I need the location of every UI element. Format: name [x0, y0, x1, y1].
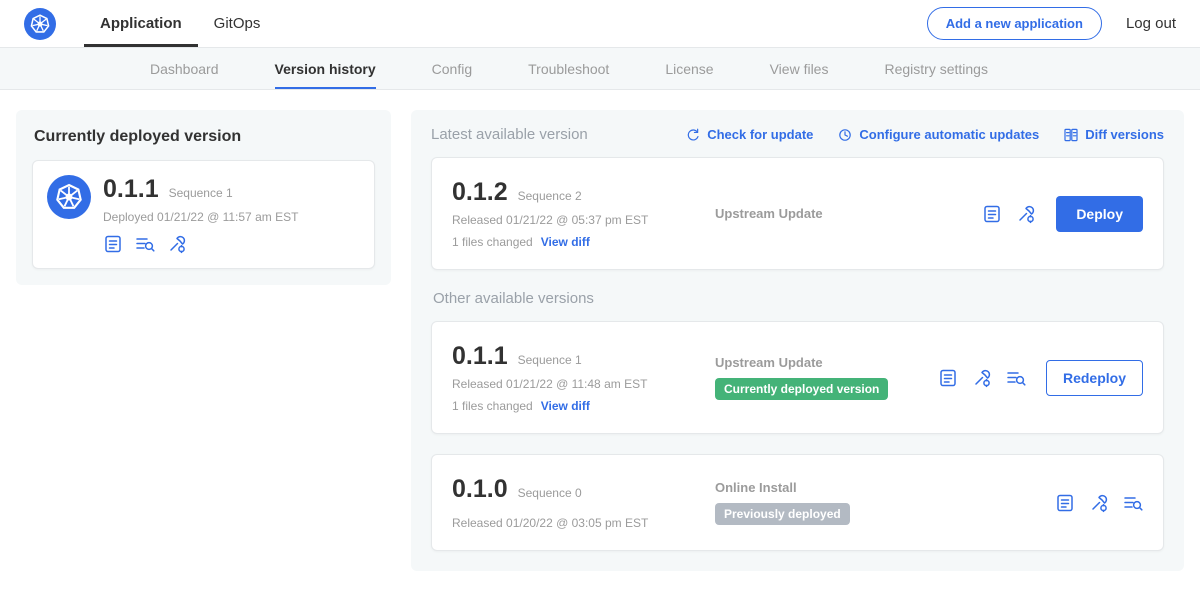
deployed-version-number: 0.1.1 — [103, 175, 159, 204]
currently-deployed-badge: Currently deployed version — [715, 378, 888, 400]
subnav-troubleshoot[interactable]: Troubleshoot — [528, 50, 609, 89]
main-content: Currently deployed version 0.1.1 — [0, 90, 1200, 591]
release-actions: Deploy — [970, 196, 1143, 232]
edit-config-icon[interactable] — [972, 368, 992, 388]
diff-versions-link[interactable]: Diff versions — [1063, 127, 1164, 143]
deploy-logs-icon[interactable] — [1006, 368, 1026, 388]
release-actions — [1043, 493, 1143, 513]
files-changed-text: 1 files changed — [452, 235, 533, 249]
version-history-panel: Latest available version Check for updat… — [411, 110, 1184, 571]
subnav-dashboard[interactable]: Dashboard — [150, 50, 219, 89]
edit-config-icon[interactable] — [1089, 493, 1109, 513]
release-notes-icon[interactable] — [938, 368, 958, 388]
deployed-timestamp: Deployed 01/21/22 @ 11:57 am EST — [103, 210, 298, 224]
view-diff-link[interactable]: View diff — [541, 399, 590, 413]
subnav-license[interactable]: License — [665, 50, 713, 89]
other-versions-label: Other available versions — [433, 290, 1162, 307]
release-info: 0.1.0 Sequence 0 Released 01/20/22 @ 03:… — [452, 475, 697, 530]
subnav-view-files[interactable]: View files — [770, 50, 829, 89]
subnav-version-history[interactable]: Version history — [275, 50, 376, 89]
edit-config-icon[interactable] — [1016, 204, 1036, 224]
release-notes-icon[interactable] — [1055, 493, 1075, 513]
check-for-update-link[interactable]: Check for update — [685, 127, 813, 143]
tab-application[interactable]: Application — [84, 3, 198, 47]
release-version-number: 0.1.0 — [452, 475, 508, 504]
kubernetes-app-icon — [47, 175, 91, 219]
release-source: Upstream Update — [697, 205, 970, 223]
diff-icon — [1063, 127, 1079, 143]
version-actions: Check for update Configure automatic upd… — [685, 127, 1164, 143]
deployed-sequence: Sequence 1 — [169, 186, 233, 200]
release-source: Online Install Previously deployed — [697, 480, 1043, 525]
deploy-logs-icon[interactable] — [135, 234, 155, 254]
top-bar: Application GitOps Add a new application… — [0, 0, 1200, 48]
release-timestamp: Released 01/21/22 @ 11:48 am EST — [452, 377, 697, 391]
release-info: 0.1.1 Sequence 1 Released 01/21/22 @ 11:… — [452, 342, 697, 413]
release-actions: Redeploy — [926, 360, 1143, 396]
files-changed-text: 1 files changed — [452, 399, 533, 413]
previously-deployed-badge: Previously deployed — [715, 503, 850, 525]
configure-automatic-updates-label: Configure automatic updates — [859, 127, 1039, 142]
deployed-version-card: 0.1.1 Sequence 1 Deployed 01/21/22 @ 11:… — [32, 160, 375, 269]
release-version-number: 0.1.2 — [452, 178, 508, 207]
release-card-0-1-1: 0.1.1 Sequence 1 Released 01/21/22 @ 11:… — [431, 321, 1164, 434]
subnav-registry-settings[interactable]: Registry settings — [884, 50, 987, 89]
redeploy-button[interactable]: Redeploy — [1046, 360, 1143, 396]
release-source: Upstream Update Currently deployed versi… — [697, 355, 926, 400]
currently-deployed-panel: Currently deployed version 0.1.1 — [16, 110, 391, 285]
release-card-0-1-0: 0.1.0 Sequence 0 Released 01/20/22 @ 03:… — [431, 454, 1164, 551]
release-version-number: 0.1.1 — [452, 342, 508, 371]
release-source-label: Online Install — [715, 480, 1043, 495]
release-card-0-1-2: 0.1.2 Sequence 2 Released 01/21/22 @ 05:… — [431, 157, 1164, 270]
logout-link[interactable]: Log out — [1126, 15, 1176, 32]
app-subnav: Dashboard Version history Config Trouble… — [0, 48, 1200, 90]
release-timestamp: Released 01/20/22 @ 03:05 pm EST — [452, 516, 697, 530]
schedule-update-icon — [837, 127, 853, 143]
subnav-config[interactable]: Config — [432, 50, 472, 89]
view-diff-link[interactable]: View diff — [541, 235, 590, 249]
release-sequence: Sequence 2 — [518, 189, 582, 203]
tab-gitops[interactable]: GitOps — [198, 3, 277, 47]
refresh-icon — [685, 127, 701, 143]
topbar-right: Add a new application Log out — [927, 0, 1176, 47]
release-info: 0.1.2 Sequence 2 Released 01/21/22 @ 05:… — [452, 178, 697, 249]
deploy-logs-icon[interactable] — [1123, 493, 1143, 513]
release-sequence: Sequence 0 — [518, 486, 582, 500]
edit-config-icon[interactable] — [167, 234, 187, 254]
latest-available-label: Latest available version — [431, 126, 588, 143]
check-for-update-label: Check for update — [707, 127, 813, 142]
add-application-button[interactable]: Add a new application — [927, 7, 1102, 40]
deploy-button[interactable]: Deploy — [1056, 196, 1143, 232]
currently-deployed-title: Currently deployed version — [34, 128, 373, 146]
kubernetes-logo-icon — [24, 8, 56, 40]
release-notes-icon[interactable] — [982, 204, 1002, 224]
release-source-label: Upstream Update — [715, 355, 926, 370]
deployed-version-info: 0.1.1 Sequence 1 Deployed 01/21/22 @ 11:… — [103, 175, 298, 254]
release-notes-icon[interactable] — [103, 234, 123, 254]
release-source-label: Upstream Update — [715, 206, 823, 221]
diff-versions-label: Diff versions — [1085, 127, 1164, 142]
configure-automatic-updates-link[interactable]: Configure automatic updates — [837, 127, 1039, 143]
release-timestamp: Released 01/21/22 @ 05:37 pm EST — [452, 213, 697, 227]
release-sequence: Sequence 1 — [518, 353, 582, 367]
app-logo — [24, 0, 56, 47]
